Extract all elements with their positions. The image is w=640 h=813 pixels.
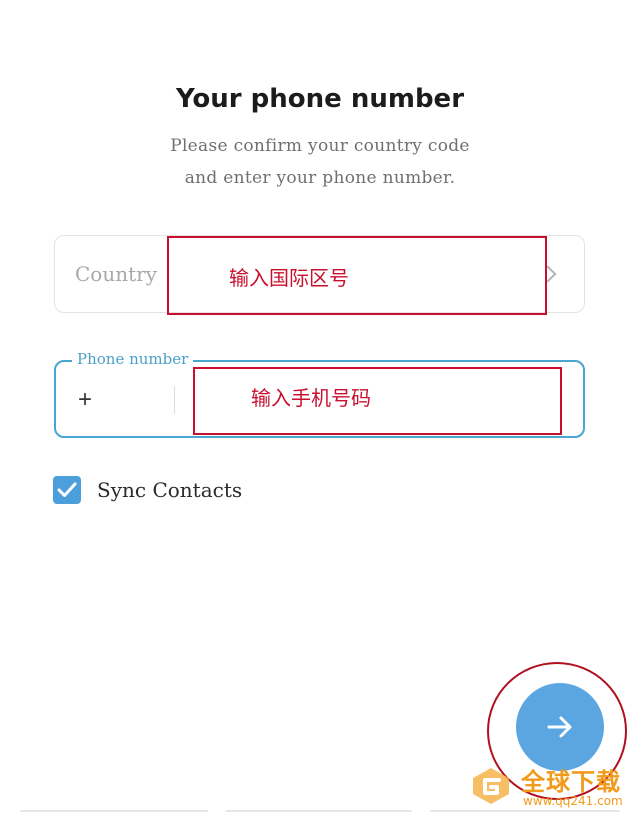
country-code-input[interactable]: + xyxy=(78,386,92,414)
bottom-divider-2 xyxy=(226,810,412,812)
watermark-url: www.qq241.com xyxy=(523,794,623,808)
page-title: Your phone number xyxy=(175,84,465,114)
field-divider xyxy=(174,386,175,414)
checkmark-icon xyxy=(57,482,77,497)
subtitle-line-2: and enter your phone number. xyxy=(184,168,456,188)
sync-contacts-checkbox[interactable] xyxy=(53,476,81,504)
watermark: 全球下载 www.qq241.com xyxy=(469,762,637,812)
annotation-text-phone-number: 输入手机号码 xyxy=(251,386,371,410)
subtitle-line-1: Please confirm your country code xyxy=(170,136,470,156)
annotation-box-country-code xyxy=(167,236,547,315)
sync-contacts-label: Sync Contacts xyxy=(97,478,243,502)
bottom-divider-1 xyxy=(20,810,208,812)
annotation-box-phone-number xyxy=(193,367,562,435)
page-subtitle: Please confirm your country code and ent… xyxy=(0,130,640,194)
annotation-text-country-code: 输入国际区号 xyxy=(229,266,349,290)
phone-number-label: Phone number xyxy=(72,350,194,368)
watermark-logo-icon xyxy=(473,768,509,804)
watermark-title: 全球下载 xyxy=(521,768,621,796)
country-placeholder: Country xyxy=(75,262,158,286)
